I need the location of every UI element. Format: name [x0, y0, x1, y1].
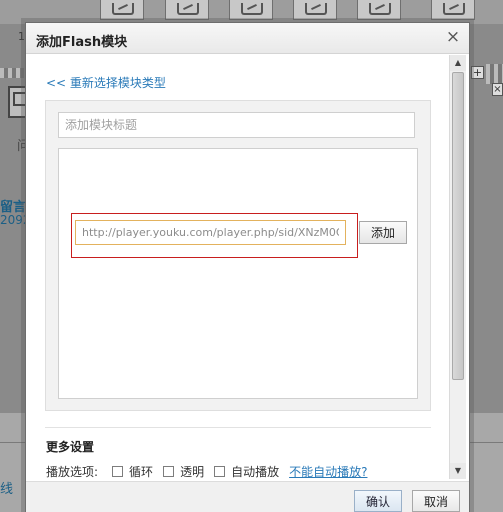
scrollbar-thumb[interactable]	[452, 72, 464, 380]
background-film-strip	[486, 64, 503, 84]
edit-icon	[305, 3, 327, 15]
play-options-label: 播放选项:	[46, 464, 99, 479]
background-tile	[165, 0, 209, 20]
more-settings-heading: 更多设置	[46, 440, 95, 454]
dialog-title: 添加Flash模块	[36, 35, 128, 50]
transparent-checkbox[interactable]	[163, 465, 175, 477]
reselect-module-type-link[interactable]: << 重新选择模块类型	[46, 74, 166, 91]
menu-icon	[443, 3, 465, 15]
add-flash-module-dialog: 添加Flash模块 × << 重新选择模块类型 添加 更多设置 播放选项: 循环…	[25, 22, 470, 512]
scroll-up-icon[interactable]: ▲	[450, 55, 466, 71]
autoplay-checkbox[interactable]	[214, 465, 226, 477]
background-film-strip	[0, 68, 24, 78]
dialog-footer: 确认 取消	[26, 481, 469, 512]
play-options-row: 播放选项: 循环 透明 自动播放 不能自动播放?	[46, 463, 367, 479]
autoplay-help-link[interactable]: 不能自动播放?	[289, 463, 367, 480]
edit-icon	[241, 3, 263, 15]
close-icon[interactable]: ×	[444, 28, 462, 46]
option-loop[interactable]: 循环	[112, 463, 153, 480]
plus-icon: +	[471, 66, 484, 79]
dialog-scrollbar[interactable]: ▲ ▼	[449, 55, 466, 479]
option-label: 透明	[180, 464, 205, 479]
background-tile	[431, 0, 475, 20]
option-label: 循环	[129, 464, 154, 479]
background-tile	[293, 0, 337, 20]
dialog-body: << 重新选择模块类型 添加 更多设置 播放选项: 循环 透明 自动	[26, 55, 469, 479]
edit-icon	[112, 3, 134, 15]
background-tile	[100, 0, 144, 20]
module-title-input[interactable]	[58, 112, 415, 138]
edit-icon	[369, 3, 391, 15]
loop-checkbox[interactable]	[112, 465, 124, 477]
confirm-button[interactable]: 确认	[354, 490, 402, 512]
background-tile	[229, 0, 273, 20]
cancel-button[interactable]: 取消	[412, 490, 460, 512]
edit-icon	[177, 3, 199, 15]
flash-url-input[interactable]	[75, 220, 346, 245]
background-tile	[357, 0, 401, 20]
option-transparent[interactable]: 透明	[163, 463, 204, 480]
module-content-panel: 添加	[45, 100, 431, 411]
add-button[interactable]: 添加	[359, 221, 407, 244]
section-divider	[45, 427, 431, 428]
background-counter: 1	[18, 30, 25, 43]
option-label: 自动播放	[231, 464, 280, 479]
scroll-down-icon[interactable]: ▼	[450, 463, 466, 479]
flash-url-area: 添加	[58, 148, 418, 399]
close-icon: ×	[492, 83, 503, 96]
background-footer-text: 线	[0, 482, 14, 497]
dialog-header: 添加Flash模块 ×	[26, 23, 469, 54]
option-autoplay[interactable]: 自动播放	[214, 463, 279, 480]
